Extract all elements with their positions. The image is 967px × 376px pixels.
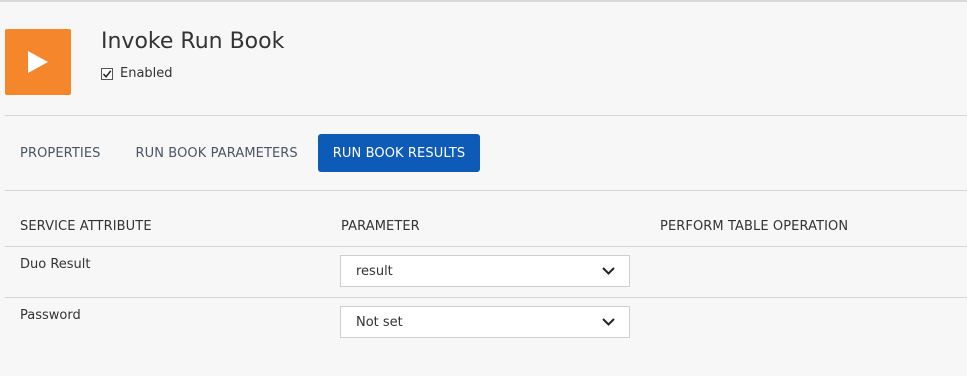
column-header-service-attribute: SERVICE ATTRIBUTE [20,219,152,234]
tab-properties[interactable]: PROPERTIES [5,134,118,172]
enabled-row: Enabled [101,66,173,81]
tab-bar: PROPERTIES RUN BOOK PARAMETERS RUN BOOK … [5,134,481,172]
table-row-divider [5,297,967,298]
chevron-down-icon [602,267,615,275]
parameter-select-value: result [356,263,393,279]
header: Invoke Run Book Enabled [0,0,967,116]
parameter-select-value: Not set [356,314,403,330]
tab-run-book-results[interactable]: RUN BOOK RESULTS [317,134,481,172]
play-triangle [28,51,48,73]
divider [5,115,967,116]
column-header-parameter: PARAMETER [341,219,420,234]
page-title: Invoke Run Book [101,29,285,54]
parameter-select[interactable]: Not set [340,306,630,338]
column-header-perform-table-operation: PERFORM TABLE OPERATION [660,219,849,234]
check-icon [102,69,112,78]
service-attribute-cell: Password [20,308,81,323]
divider [5,190,967,191]
play-icon [5,29,71,95]
enabled-label: Enabled [120,66,173,81]
enabled-checkbox[interactable] [101,67,113,80]
chevron-down-icon [602,318,615,326]
tab-run-book-parameters[interactable]: RUN BOOK PARAMETERS [118,134,317,172]
table-row-divider [5,246,967,247]
service-attribute-cell: Duo Result [20,257,91,272]
parameter-select[interactable]: result [340,255,630,287]
